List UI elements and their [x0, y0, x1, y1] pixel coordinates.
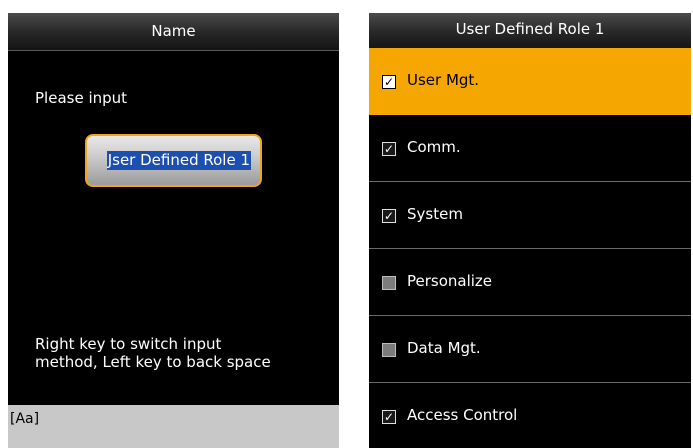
checkbox-unchecked-icon[interactable]: [382, 343, 396, 357]
menu-item-system[interactable]: ✓ System: [369, 182, 691, 249]
menu-item-label: Data Mgt.: [407, 339, 481, 357]
checkbox-checked-icon[interactable]: ✓: [382, 142, 396, 156]
checkbox-checked-icon[interactable]: ✓: [382, 209, 396, 223]
menu-item-label: User Mgt.: [407, 71, 480, 89]
menu-item-label: Personalize: [407, 272, 493, 290]
screen-title: Name: [8, 13, 339, 51]
menu-item-personalize[interactable]: Personalize: [369, 249, 691, 316]
hint-line-2: method, Left key to back space: [35, 353, 271, 371]
hint-line-1: Right key to switch input: [35, 335, 222, 353]
menu-item-data-mgt[interactable]: Data Mgt.: [369, 316, 691, 383]
checkbox-unchecked-icon[interactable]: [382, 276, 396, 290]
input-mode-indicator: [Aa]: [10, 411, 40, 427]
name-input-screen: Name Please input Jser Defined Role 1 Ri…: [8, 13, 339, 448]
selected-input-text: Jser Defined Role 1: [106, 151, 251, 170]
screen-title: User Defined Role 1: [369, 13, 691, 50]
menu-item-label: System: [407, 205, 463, 223]
menu-item-comm[interactable]: ✓ Comm.: [369, 115, 691, 182]
input-hint: Right key to switch input method, Left k…: [35, 335, 271, 371]
input-method-bar: [Aa]: [8, 405, 339, 448]
menu-item-user-mgt[interactable]: ✓ User Mgt.: [369, 48, 691, 115]
checkbox-checked-icon[interactable]: ✓: [382, 410, 396, 424]
role-permissions-screen: User Defined Role 1 ✓ User Mgt. ✓ Comm. …: [369, 13, 691, 448]
menu-item-label: Access Control: [407, 406, 518, 424]
menu-item-label: Comm.: [407, 138, 461, 156]
input-prompt: Please input: [35, 89, 128, 107]
menu-item-access-control[interactable]: ✓ Access Control: [369, 383, 691, 448]
checkbox-checked-icon[interactable]: ✓: [382, 75, 396, 89]
name-input-field[interactable]: Jser Defined Role 1: [85, 134, 262, 187]
